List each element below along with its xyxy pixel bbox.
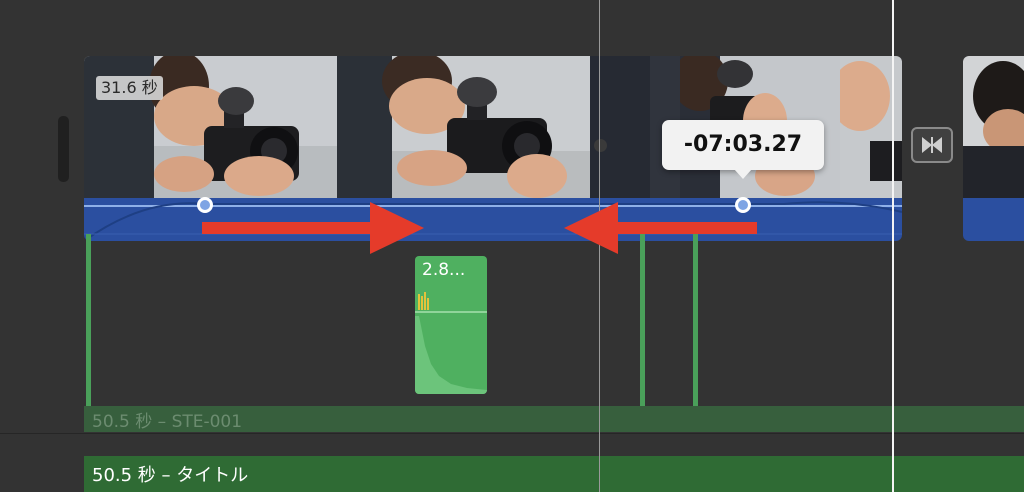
left-arrow-annotation: [564, 202, 757, 254]
annotation-arrows: [202, 202, 757, 254]
right-arrow-annotation: [202, 202, 424, 254]
timeline: 31.6 秒 2.8... 50.5 秒 – STE-001 50.5 秒 – …: [0, 0, 1024, 492]
